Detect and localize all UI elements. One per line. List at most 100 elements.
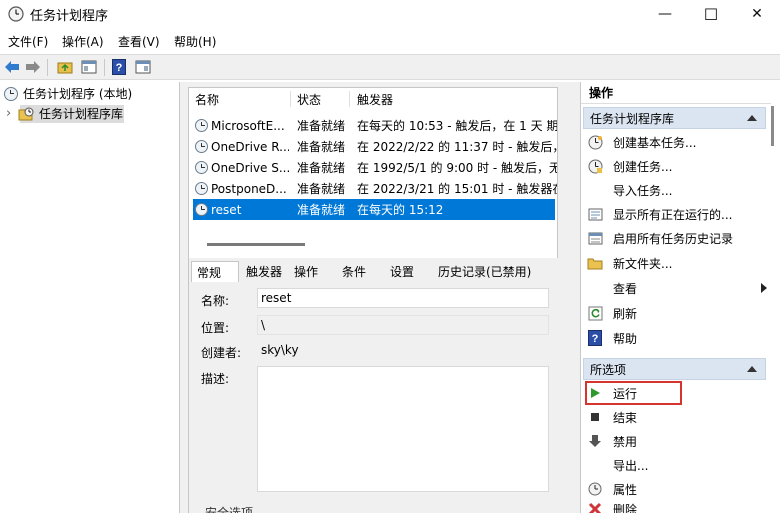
forward-arrow-icon [26, 61, 40, 73]
export-icon [587, 457, 603, 473]
menu-file[interactable]: 文件(F) [8, 33, 48, 50]
tree-expand-icon[interactable]: › [6, 106, 18, 121]
action-label: 结束 [613, 410, 638, 425]
tree-item-task-library[interactable]: › 任务计划程序库 [6, 104, 124, 123]
svg-text:?: ? [592, 333, 599, 345]
minimize-button[interactable]: — [642, 0, 688, 28]
action-label: 查看 [613, 281, 638, 296]
svg-text:?: ? [116, 62, 123, 74]
task-name: OneDrive R... [211, 139, 289, 154]
action-label: 创建基本任务... [613, 135, 697, 150]
refresh-icon [587, 305, 603, 321]
disable-down-arrow-icon [587, 433, 603, 449]
submenu-arrow-icon [761, 283, 767, 293]
section-selected-item[interactable]: 所选项 [583, 358, 766, 380]
action-import-task[interactable]: 导入任务... [587, 178, 767, 202]
task-trigger: 在 1992/5/1 的 9:00 时 - 触发后，无 [357, 161, 557, 175]
task-name: reset [211, 202, 242, 217]
collapse-up-icon[interactable] [747, 115, 757, 121]
name-label: 名称: [201, 294, 230, 308]
tab-actions[interactable]: 操作 [289, 261, 323, 282]
column-divider[interactable] [290, 91, 291, 107]
action-label: 显示所有正在运行的... [613, 207, 733, 222]
task-status: 准备就绪 [297, 119, 346, 133]
menu-view[interactable]: 查看(V) [118, 33, 160, 50]
table-row-selected[interactable]: reset 准备就绪 在每天的 15:12 [193, 199, 555, 220]
task-clock-icon [195, 182, 208, 195]
maximize-button[interactable]: ☐ [688, 0, 734, 28]
action-help[interactable]: ? 帮助 [587, 326, 767, 350]
general-tab-panel: 名称: reset 位置: \ 创建者: sky\ky 描述: 安全选项 [189, 282, 563, 513]
center-pane: 名称 状态 触发器 MicrosoftE... 准备就绪 在每天的 10:53 … [186, 82, 580, 513]
action-display-running-tasks[interactable]: 显示所有正在运行的... [587, 202, 767, 226]
show-action-pane-button[interactable] [134, 58, 152, 76]
action-disable[interactable]: 禁用 [587, 429, 767, 453]
description-field[interactable] [257, 366, 549, 492]
tab-conditions[interactable]: 条件 [337, 261, 371, 282]
table-row[interactable]: PostponeD... 准备就绪 在 2022/3/21 的 15:01 时 … [189, 178, 557, 199]
column-header-status[interactable]: 状态 [297, 88, 321, 110]
task-detail-panel: 常规 触发器 操作 条件 设置 历史记录(已禁用) 名称: reset 位置: … [188, 258, 563, 513]
task-name: MicrosoftE... [211, 118, 285, 133]
description-label: 描述: [201, 372, 230, 386]
action-label: 禁用 [613, 434, 638, 449]
help-toolbar-button[interactable]: ? [110, 58, 128, 76]
running-tasks-icon [587, 206, 603, 222]
task-name: OneDrive S... [211, 160, 289, 175]
action-refresh[interactable]: 刷新 [587, 301, 767, 325]
action-view[interactable]: 查看 [587, 276, 767, 300]
table-row[interactable]: OneDrive R... 准备就绪 在 2022/2/22 的 11:37 时… [189, 136, 557, 157]
name-field[interactable]: reset [257, 288, 549, 308]
table-row[interactable]: MicrosoftE... 准备就绪 在每天的 10:53 - 触发后，在 1 … [189, 115, 557, 136]
action-end[interactable]: 结束 [587, 405, 767, 429]
forward-button[interactable] [24, 58, 42, 76]
clock-icon [4, 86, 18, 101]
task-trigger: 在每天的 15:12 [357, 203, 444, 217]
action-delete[interactable]: 删除 [587, 501, 767, 513]
close-button[interactable]: ✕ [734, 0, 780, 28]
enable-history-icon [587, 230, 603, 246]
horizontal-scrollbar-thumb[interactable] [207, 243, 305, 246]
action-export[interactable]: 导出... [587, 453, 767, 477]
table-row[interactable]: OneDrive S... 准备就绪 在 1992/5/1 的 9:00 时 -… [189, 157, 557, 178]
column-header-name[interactable]: 名称 [195, 88, 219, 110]
window-title: 任务计划程序 [30, 9, 109, 24]
task-clock-icon [195, 161, 208, 174]
action-properties[interactable]: 属性 [587, 477, 767, 501]
column-divider[interactable] [349, 91, 350, 107]
create-basic-task-icon [587, 134, 603, 150]
tab-settings[interactable]: 设置 [385, 261, 419, 282]
section-task-library[interactable]: 任务计划程序库 [583, 107, 766, 129]
view-icon [587, 280, 603, 296]
action-create-task[interactable]: 创建任务... [587, 154, 767, 178]
action-create-basic-task[interactable]: 创建基本任务... [587, 130, 767, 154]
toolbar-separator [47, 59, 48, 76]
back-button[interactable] [3, 58, 21, 76]
menu-action[interactable]: 操作(A) [62, 33, 104, 50]
help-book-icon: ? [112, 59, 126, 75]
action-label: 导入任务... [613, 183, 673, 198]
tab-triggers[interactable]: 触发器 [241, 261, 287, 282]
task-folder-icon [18, 107, 34, 121]
task-clock-icon [195, 203, 208, 216]
menu-help[interactable]: 帮助(H) [174, 33, 216, 50]
action-label: 帮助 [613, 331, 638, 346]
properties-clock-icon [587, 481, 603, 497]
column-header-trigger[interactable]: 触发器 [357, 88, 393, 110]
collapse-up-icon[interactable] [747, 366, 757, 372]
show-hide-tree-button[interactable] [80, 58, 98, 76]
action-enable-history[interactable]: 启用所有任务历史记录 [587, 226, 767, 250]
action-new-folder[interactable]: 新文件夹... [587, 251, 767, 275]
tab-general[interactable]: 常规 [191, 261, 239, 282]
tab-history[interactable]: 历史记录(已禁用) [433, 261, 536, 282]
up-folder-button[interactable] [56, 58, 74, 76]
tree-root[interactable]: 任务计划程序 (本地) [4, 84, 132, 103]
create-task-icon [587, 158, 603, 174]
delete-x-icon [587, 501, 603, 513]
action-pane-scrollbar[interactable] [771, 106, 774, 146]
tree-root-label: 任务计划程序 (本地) [23, 87, 133, 101]
action-label: 启用所有任务历史记录 [613, 231, 734, 246]
new-folder-icon [587, 255, 603, 271]
back-arrow-icon [5, 61, 19, 73]
task-scheduler-icon [8, 6, 24, 22]
